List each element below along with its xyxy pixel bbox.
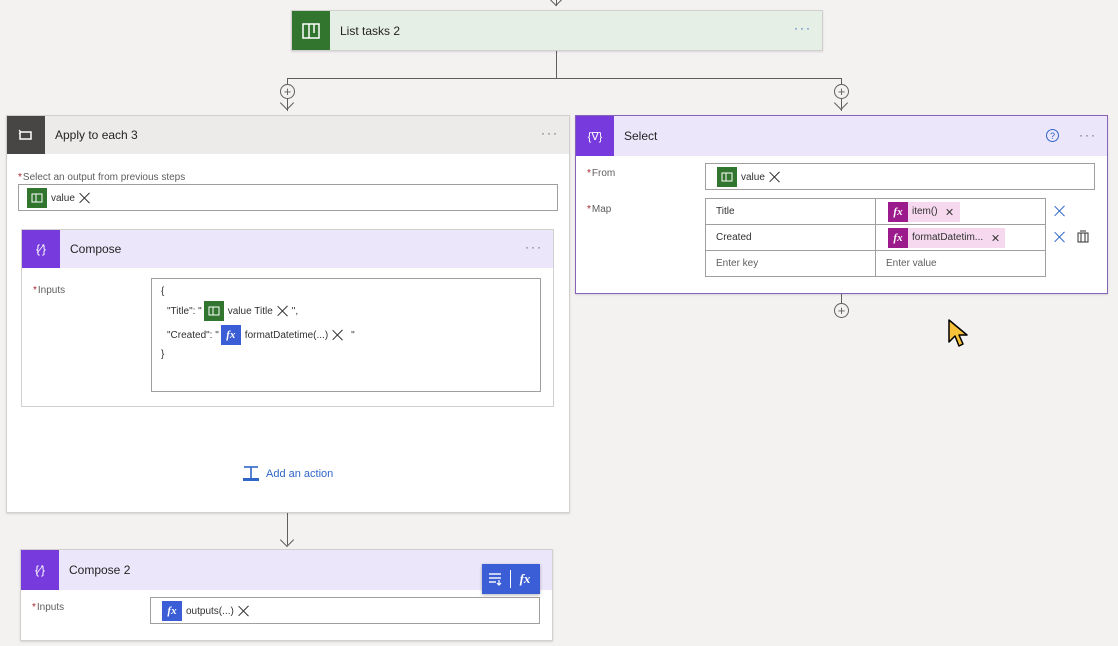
planner-icon xyxy=(717,167,737,187)
select-output-field[interactable]: value xyxy=(18,184,558,211)
fx-icon[interactable]: fx xyxy=(511,571,539,587)
fx-icon: fx xyxy=(888,201,908,222)
compose2-card: {⁄} Compose 2 fx *Inputs fx outputs(...) xyxy=(20,549,553,641)
connector-split-horizontal xyxy=(287,78,842,79)
remove-token-icon[interactable] xyxy=(276,304,290,318)
select-map-label: *Map xyxy=(587,204,612,215)
apply-to-each-title: Apply to each 3 xyxy=(55,128,138,142)
remove-token-icon[interactable] xyxy=(331,328,345,342)
map-value-title[interactable]: fx item() xyxy=(875,198,1046,225)
value-title-token[interactable]: value Title xyxy=(203,301,290,321)
map-key-created[interactable]: Created xyxy=(705,224,876,251)
apply-to-each-more-button[interactable]: ··· xyxy=(541,126,559,140)
compose-inputs-label: *Inputs xyxy=(33,285,66,296)
list-tasks-header[interactable]: List tasks 2 ··· xyxy=(292,11,822,50)
select-icon: {∇} xyxy=(576,116,614,156)
compose2-title: Compose 2 xyxy=(69,563,131,577)
compose2-inputs-label: *Inputs xyxy=(32,602,65,613)
insert-step-after-select-button[interactable]: + xyxy=(834,303,849,318)
delete-row-created-icon[interactable] xyxy=(1053,230,1067,244)
compose-icon: {⁄} xyxy=(22,230,60,268)
compose-icon: {⁄} xyxy=(21,550,59,590)
fx-icon: fx xyxy=(162,601,182,621)
compose2-header[interactable]: {⁄} Compose 2 xyxy=(21,550,552,590)
delete-row-title-icon[interactable] xyxy=(1053,204,1067,218)
remove-token-icon[interactable] xyxy=(768,170,782,184)
planner-icon xyxy=(203,301,224,321)
value-token[interactable]: value xyxy=(27,188,92,208)
map-value-created[interactable]: fx formatDatetim... xyxy=(875,224,1046,251)
select-title: Select xyxy=(624,129,658,143)
list-tasks-title: List tasks 2 xyxy=(340,23,401,38)
arrow-top xyxy=(548,0,564,7)
map-key-title[interactable]: Title xyxy=(705,198,876,225)
compose-more-button[interactable]: ··· xyxy=(525,240,543,254)
add-action-icon xyxy=(243,466,259,481)
format-datetime-token[interactable]: fx formatDatetim... xyxy=(888,227,1006,248)
compose-header[interactable]: {⁄} Compose ··· xyxy=(22,230,553,268)
remove-token-icon[interactable] xyxy=(946,208,954,216)
outputs-token[interactable]: fx outputs(...) xyxy=(162,601,251,621)
remove-token-icon[interactable] xyxy=(78,191,92,205)
apply-to-each-header[interactable]: Apply to each 3 ··· xyxy=(7,116,569,154)
select-card: {∇} Select ? ··· *From value *Map Title … xyxy=(575,115,1108,294)
compose-card: {⁄} Compose ··· *Inputs { "Title": " val… xyxy=(21,229,554,407)
help-icon[interactable]: ? xyxy=(1046,129,1059,142)
map-key-new[interactable]: Enter key xyxy=(705,250,876,277)
item-token[interactable]: fx item() xyxy=(888,201,960,222)
arrow-left-branch xyxy=(279,95,295,111)
planner-icon xyxy=(27,188,47,208)
add-action-button[interactable]: Add an action xyxy=(241,465,333,483)
compose-title: Compose xyxy=(70,242,122,256)
dynamic-content-fx-toggle[interactable]: fx xyxy=(482,564,540,594)
arrow-compose2 xyxy=(279,532,295,548)
format-datetime-token[interactable]: fx formatDatetime(...) xyxy=(220,325,345,345)
select-from-field[interactable]: value xyxy=(705,163,1095,190)
compose2-inputs-field[interactable]: fx outputs(...) xyxy=(150,597,540,624)
apply-to-each-card: Apply to each 3 ··· *Select an output fr… xyxy=(6,115,570,513)
dynamic-content-icon[interactable] xyxy=(482,572,510,586)
select-from-label: *From xyxy=(587,168,616,179)
map-value-new[interactable]: Enter value xyxy=(875,250,1046,277)
loop-icon xyxy=(7,116,45,154)
switch-map-mode-icon[interactable] xyxy=(1076,230,1090,247)
connector-split-down xyxy=(556,51,557,78)
select-more-button[interactable]: ··· xyxy=(1079,128,1097,142)
select-header[interactable]: {∇} Select ? ··· xyxy=(576,116,1107,156)
compose-inputs-field[interactable]: { "Title": " value Title ", "Created": "… xyxy=(151,278,541,392)
fx-icon: fx xyxy=(888,227,908,248)
planner-icon xyxy=(292,11,330,50)
select-output-label: *Select an output from previous steps xyxy=(18,172,186,183)
remove-token-icon[interactable] xyxy=(237,604,251,618)
list-tasks-card[interactable]: List tasks 2 ··· xyxy=(291,10,823,51)
fx-icon: fx xyxy=(220,325,241,345)
remove-token-icon[interactable] xyxy=(991,234,999,242)
mouse-cursor-icon xyxy=(948,319,968,347)
list-tasks-more-button[interactable]: ··· xyxy=(794,21,812,35)
from-value-token[interactable]: value xyxy=(717,167,782,187)
arrow-right-branch xyxy=(833,95,849,111)
